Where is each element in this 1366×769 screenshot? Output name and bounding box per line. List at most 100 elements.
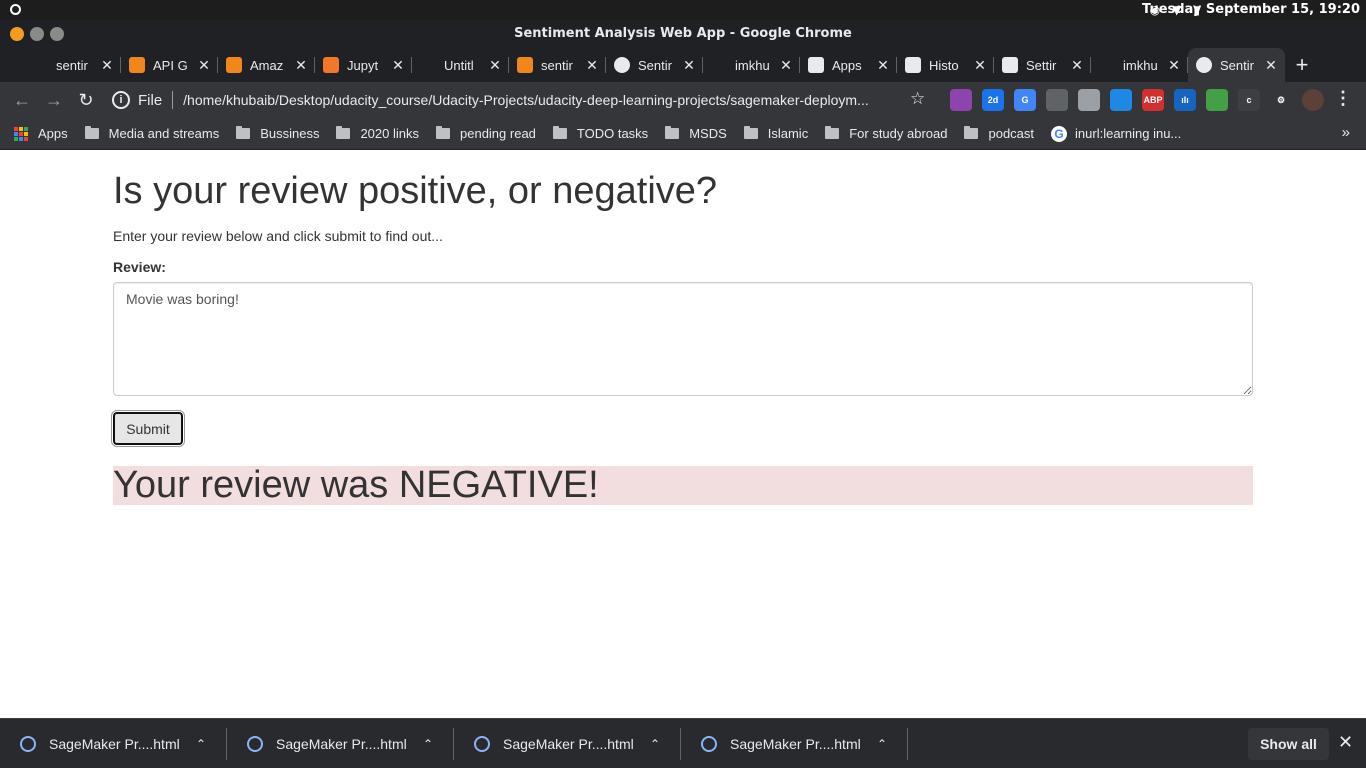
- download-item[interactable]: SageMaker Pr....html ⌃: [454, 719, 681, 769]
- tab-5[interactable]: sentir ✕: [509, 48, 606, 82]
- feather-extension-icon[interactable]: [950, 89, 972, 111]
- download-item[interactable]: SageMaker Pr....html ⌃: [0, 719, 227, 769]
- tab-close-icon[interactable]: ✕: [972, 57, 988, 74]
- blank-icon: [711, 57, 727, 73]
- bookmark-folder[interactable]: Islamic: [743, 126, 808, 141]
- tab-close-icon[interactable]: ✕: [1166, 57, 1182, 74]
- tab-close-icon[interactable]: ✕: [196, 57, 212, 74]
- puzzle-extensions-icon[interactable]: ⚙: [1270, 89, 1292, 111]
- show-all-button[interactable]: Show all: [1248, 728, 1329, 760]
- bookmark-label: MSDS: [689, 126, 727, 141]
- downloads-shelf: SageMaker Pr....html ⌃ SageMaker Pr....htm…: [0, 718, 1366, 768]
- download-filename: SageMaker Pr....html: [276, 735, 407, 752]
- tab-label: Apps: [832, 57, 862, 73]
- tab-label: Sentir: [1220, 57, 1254, 73]
- globe-extension-icon[interactable]: [1046, 89, 1068, 111]
- analytics-extension-icon[interactable]: ılı: [1174, 89, 1196, 111]
- diamond-extension-icon[interactable]: [1110, 89, 1132, 111]
- tab-close-icon[interactable]: ✕: [681, 57, 697, 74]
- tab-0[interactable]: sentir ✕: [24, 48, 121, 82]
- tab-close-icon[interactable]: ✕: [390, 57, 406, 74]
- tab-12[interactable]: Sentir ✕: [1188, 48, 1285, 82]
- print-extension-icon[interactable]: [1206, 89, 1228, 111]
- tab-close-icon[interactable]: ✕: [1069, 57, 1085, 74]
- page-subtitle: Enter your review below and click submit…: [113, 228, 443, 244]
- bookmark-folder[interactable]: pending read: [436, 126, 536, 141]
- submit-button[interactable]: Submit: [111, 410, 185, 447]
- download-filename: SageMaker Pr....html: [503, 735, 634, 752]
- tab-label: Amaz: [250, 57, 284, 73]
- tab-close-icon[interactable]: ✕: [875, 57, 891, 74]
- tab-7[interactable]: imkhu ✕: [703, 48, 800, 82]
- new-tab-button[interactable]: +: [1285, 48, 1319, 82]
- downloads-close-icon[interactable]: ✕: [1338, 732, 1353, 753]
- chevron-up-icon[interactable]: ⌃: [650, 737, 660, 751]
- cat-extension-icon[interactable]: [1078, 89, 1100, 111]
- bookmark-apps[interactable]: Apps: [14, 126, 68, 141]
- chrome-menu-icon[interactable]: ⋮: [1334, 88, 1352, 109]
- calendar-extension-icon[interactable]: 2d: [982, 89, 1004, 111]
- reload-button[interactable]: ↻: [70, 84, 102, 116]
- forward-button[interactable]: →: [38, 84, 70, 116]
- aws-icon: [129, 57, 145, 73]
- tab-1[interactable]: API G ✕: [121, 48, 218, 82]
- globe-icon: [701, 735, 717, 752]
- bookmarks-overflow-icon[interactable]: »: [1342, 124, 1350, 141]
- gear-icon: [1002, 57, 1018, 73]
- chevron-up-icon[interactable]: ⌃: [196, 737, 206, 751]
- activities-icon[interactable]: [10, 4, 21, 15]
- download-item[interactable]: SageMaker Pr....html ⌃: [227, 719, 454, 769]
- tab-8[interactable]: Apps ✕: [800, 48, 897, 82]
- folder-icon: [665, 126, 680, 139]
- bookmark-folder[interactable]: 2020 links: [336, 126, 419, 141]
- back-button[interactable]: ←: [6, 84, 38, 116]
- bug-extension-icon[interactable]: c: [1238, 89, 1260, 111]
- tab-2[interactable]: Amaz ✕: [218, 48, 315, 82]
- bookmark-folder[interactable]: Bussiness: [236, 126, 319, 141]
- site-info-icon[interactable]: i: [112, 91, 130, 109]
- bookmark-label: pending read: [460, 126, 536, 141]
- profile-avatar[interactable]: [1302, 89, 1324, 111]
- download-filename: SageMaker Pr....html: [49, 735, 180, 752]
- tab-close-icon[interactable]: ✕: [293, 57, 309, 74]
- chevron-up-icon[interactable]: ⌃: [423, 737, 433, 751]
- chevron-up-icon[interactable]: ⌃: [877, 737, 887, 751]
- tab-4[interactable]: Untitl ✕: [412, 48, 509, 82]
- tab-6[interactable]: Sentir ✕: [606, 48, 703, 82]
- globe-icon: [20, 735, 36, 752]
- review-textarea[interactable]: Movie was boring!: [113, 282, 1253, 396]
- folder-icon: [84, 126, 99, 139]
- tab-label: API G: [153, 57, 188, 73]
- bookmark-star-icon[interactable]: ☆: [910, 89, 925, 109]
- bookmark-label: Media and streams: [108, 126, 220, 141]
- url-text[interactable]: /home/khubaib/Desktop/udacity_course/Uda…: [183, 92, 903, 108]
- bookmark-google[interactable]: Ginurl:learning inu...: [1051, 125, 1182, 142]
- bookmark-folder[interactable]: podcast: [964, 126, 1034, 141]
- globe-icon: [247, 735, 263, 752]
- tab-close-icon[interactable]: ✕: [584, 57, 600, 74]
- bookmark-folder[interactable]: TODO tasks: [552, 126, 648, 141]
- translate-extension-icon[interactable]: G: [1014, 89, 1036, 111]
- tab-close-icon[interactable]: ✕: [1263, 57, 1279, 74]
- tab-10[interactable]: Settir ✕: [994, 48, 1091, 82]
- tab-close-icon[interactable]: ✕: [99, 57, 115, 74]
- adblock-extension-icon[interactable]: ABP: [1142, 89, 1164, 111]
- tab-9[interactable]: Histo ✕: [897, 48, 994, 82]
- bookmark-folder[interactable]: MSDS: [665, 126, 727, 141]
- tab-3[interactable]: Jupyt ✕: [315, 48, 412, 82]
- tab-label: imkhu: [735, 57, 770, 73]
- blank-icon: [1099, 57, 1115, 73]
- globe-icon: [474, 735, 490, 752]
- clock[interactable]: Tuesday September 15, 19:20: [1142, 2, 1360, 18]
- bookmark-label: inurl:learning inu...: [1075, 126, 1182, 141]
- bookmark-folder[interactable]: Media and streams: [84, 126, 220, 141]
- address-bar[interactable]: i File /home/khubaib/Desktop/udacity_cou…: [110, 85, 940, 115]
- extensions-area: 2d G ABP ılı c ⚙: [950, 89, 1324, 111]
- download-item[interactable]: SageMaker Pr....html ⌃: [681, 719, 908, 769]
- url-scheme-label: File: [138, 91, 163, 109]
- bookmark-folder[interactable]: For study abroad: [825, 126, 947, 141]
- tab-label: Sentir: [638, 57, 672, 73]
- tab-close-icon[interactable]: ✕: [778, 57, 794, 74]
- tab-close-icon[interactable]: ✕: [487, 57, 503, 74]
- tab-11[interactable]: imkhu ✕: [1091, 48, 1188, 82]
